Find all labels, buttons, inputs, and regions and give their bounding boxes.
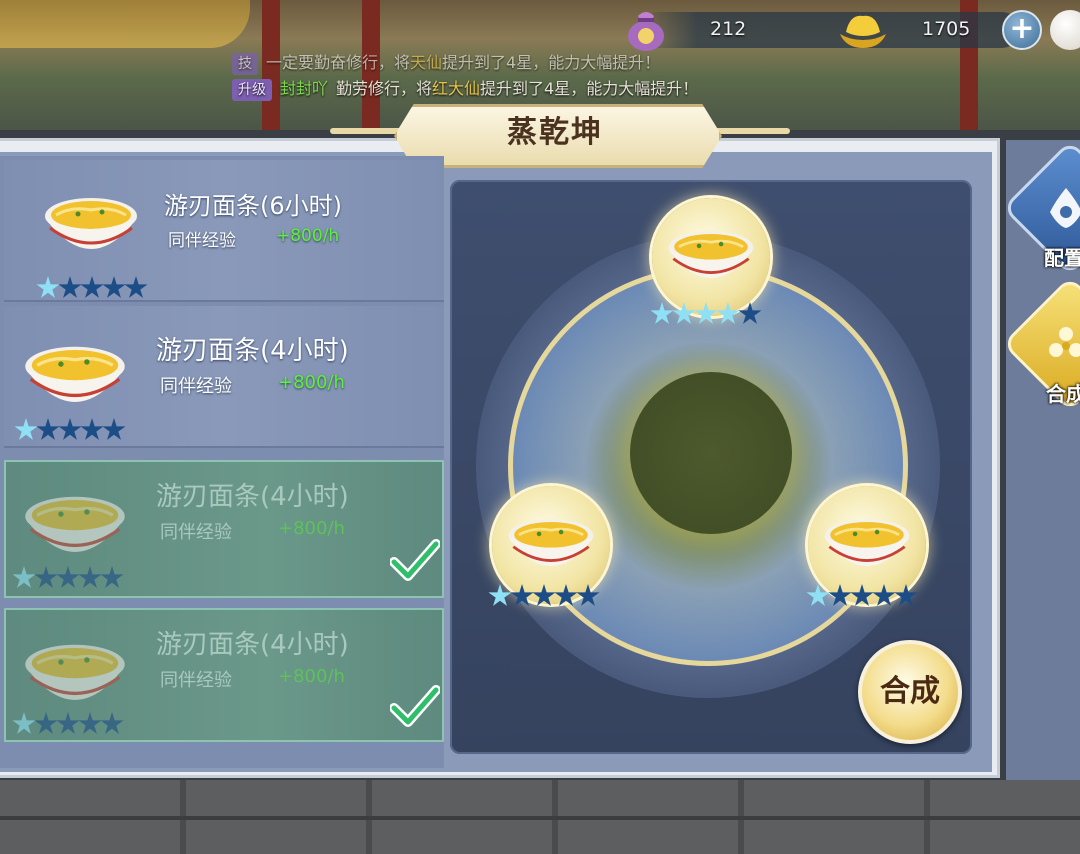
chat-text-rest: 提升到了4星，能力大幅提升！ [442,53,661,72]
chat-highlight: 红大仙 [432,79,481,98]
star-icon [694,302,718,324]
star-icon [78,712,102,734]
star-icon [828,584,852,606]
star-icon [12,712,36,734]
chat-highlight: 天仙 [410,53,443,72]
chat-tag: 技 [232,53,258,75]
star-icon [80,276,104,298]
recipe-list[interactable]: 游刃面条(6小时) 同伴经验 +800/h 游刃面条(4小时) 同伴经验 +80… [0,156,444,768]
slot-top-star-rating [650,302,762,326]
checkmark-icon [390,539,440,581]
star-rating [36,276,148,300]
star-icon [510,584,534,606]
recipe-effect-value: +800/h [276,226,340,246]
star-icon [58,276,82,298]
synthesis-core [630,372,792,534]
noodle-bowl-icon [508,519,594,567]
star-icon [894,584,918,606]
star-icon [34,566,58,588]
recipe-item-selected[interactable]: 游刃面条(4小时) 同伴经验 +800/h [4,460,444,598]
recipe-name: 游刃面条(4小时) [156,482,349,512]
gold-currency-value: 1705 [922,18,971,40]
chat-text: 一定要勤奋修行，将 [266,53,411,72]
recipe-effect-label: 同伴经验 [160,670,232,691]
star-rating [12,566,124,590]
star-icon [576,584,600,606]
noodle-bowl-icon [45,198,137,249]
star-rating [14,418,126,442]
tab-combine-label: 合成 [1046,382,1080,406]
recipe-effect-label: 同伴经验 [160,376,232,397]
noodle-bowl-icon [25,346,125,402]
slot-left-star-rating [488,584,600,608]
chat-player-name[interactable]: 封封吖 [280,79,328,98]
recipe-item[interactable]: 游刃面条(4小时) 同伴经验 +800/h [4,306,444,448]
star-icon [672,302,696,324]
star-icon [34,712,58,734]
pouch-icon[interactable] [624,6,668,52]
recipe-item-selected[interactable]: 游刃面条(4小时) 同伴经验 +800/h [4,608,444,742]
config-icon [1050,188,1080,228]
star-icon [80,418,104,440]
chat-message[interactable]: 技一定要勤奋修行，将天仙提升到了4星，能力大幅提升！ [232,52,661,75]
combine-icon [1049,327,1080,357]
recipe-name: 游刃面条(6小时) [164,192,342,220]
noodle-bowl-icon [668,231,754,279]
star-icon [102,418,126,440]
window-title: 蒸乾坤 [507,115,603,150]
recipe-effect-label: 同伴经验 [168,231,236,251]
gold-ingot-icon[interactable] [836,8,890,50]
chat-text: 勤劳修行，将 [336,79,433,98]
recipe-name: 游刃面条(4小时) [156,336,349,366]
star-icon [716,302,740,324]
star-icon [850,584,874,606]
background-banner [0,0,250,48]
combine-button[interactable]: 合成 [858,640,962,744]
recipe-item[interactable]: 游刃面条(6小时) 同伴经验 +800/h [4,160,444,302]
recipe-effect-label: 同伴经验 [160,522,232,543]
star-icon [102,276,126,298]
star-icon [100,712,124,734]
slot-right-star-rating [806,584,918,608]
checkmark-icon [390,685,440,727]
star-icon [650,302,674,324]
star-icon [532,584,556,606]
star-icon [806,584,830,606]
star-icon [100,566,124,588]
star-icon [56,566,80,588]
noodle-bowl-icon [824,519,910,567]
star-icon [56,712,80,734]
star-icon [78,566,102,588]
star-icon [488,584,512,606]
star-rating [12,712,124,736]
star-icon [36,418,60,440]
recipe-effect-value: +800/h [278,372,345,393]
star-icon [554,584,578,606]
chat-message[interactable]: 升级 封封吖 勤劳修行，将红大仙提升到了4星，能力大幅提升！ [232,78,699,101]
chat-tag: 升级 [232,79,272,101]
pouch-currency-value: 212 [710,18,747,40]
star-icon [58,418,82,440]
tab-config-label: 配置 [1044,246,1080,270]
recipe-effect-value: +800/h [278,666,345,687]
add-currency-button[interactable]: + [1002,10,1042,50]
chat-text-rest: 提升到了4星，能力大幅提升！ [480,79,699,98]
star-icon [14,418,38,440]
star-icon [12,566,36,588]
noodle-bowl-icon [25,644,125,700]
star-icon [124,276,148,298]
star-icon [738,302,762,324]
recipe-effect-value: +800/h [278,518,345,539]
star-icon [872,584,896,606]
ingredient-slot-top[interactable] [652,198,770,316]
background-floor [0,780,1080,854]
noodle-bowl-icon [25,496,125,552]
star-icon [36,276,60,298]
recipe-name: 游刃面条(4小时) [156,630,349,660]
